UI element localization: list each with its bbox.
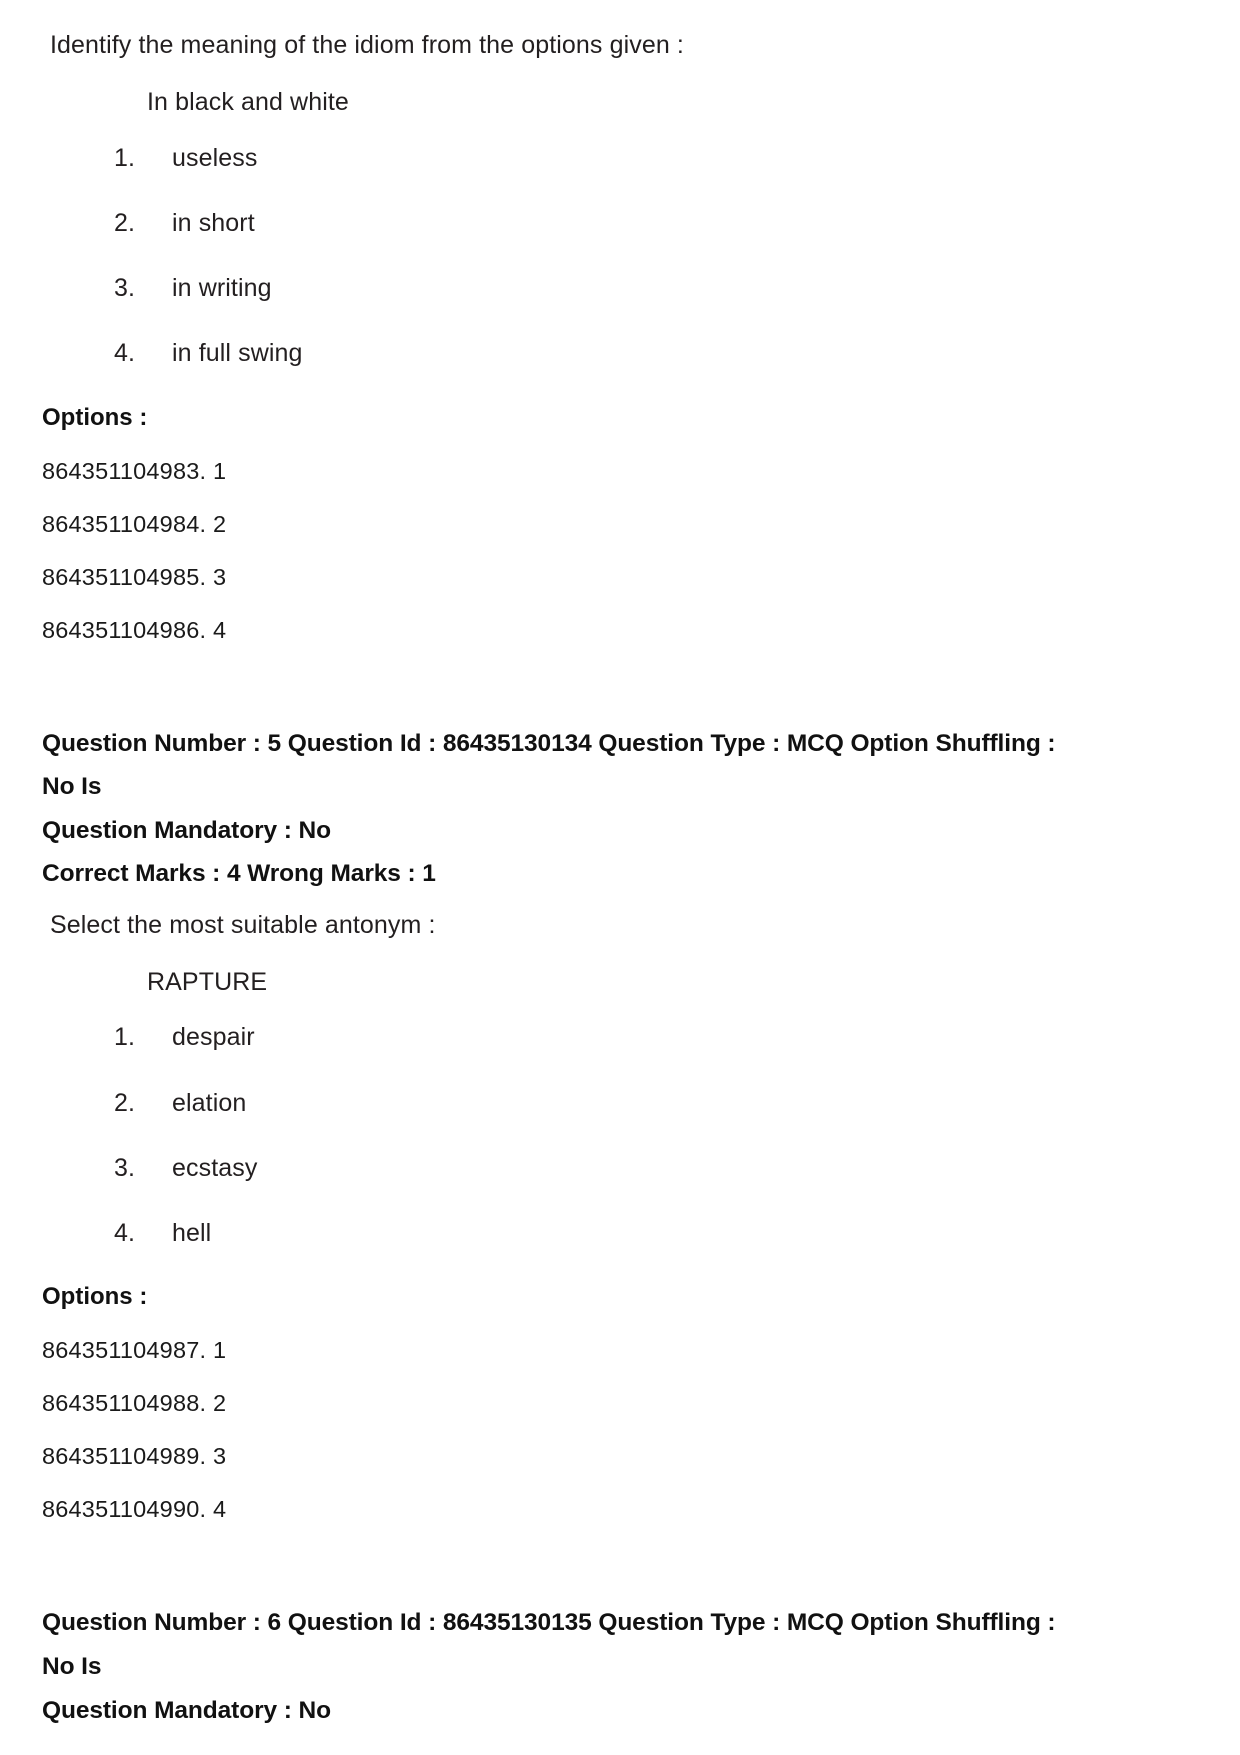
question-meta-line-2: Question Mandatory : No [42, 816, 331, 844]
question-meta-line-1: Question Number : 6 Question Id : 864351… [42, 1609, 1056, 1681]
choice-item[interactable]: 2. in short [42, 208, 1162, 239]
option-id: 864351104987. 1 [42, 1337, 227, 1364]
choice-label: ecstasy [172, 1153, 258, 1182]
choice-label: in short [172, 208, 255, 237]
option-id-list: 864351104987. 1 864351104988. 2 86435110… [42, 1337, 1162, 1523]
question-subject: RAPTURE [147, 968, 268, 997]
question-marks-line: Correct Marks : 4 Wrong Marks : 1 [42, 860, 436, 888]
choice-label: useless [172, 143, 258, 172]
choice-label: elation [172, 1088, 247, 1117]
choice-number: 3. [114, 1153, 136, 1182]
option-id: 864351104983. 1 [42, 457, 227, 484]
question-stem: Select the most suitable antonym : [50, 910, 436, 939]
question-metadata-header: Question Number : 6 Question Id : 864351… [42, 1601, 1162, 1732]
choice-item[interactable]: 3. ecstasy [42, 1153, 1162, 1184]
choice-label: in writing [172, 274, 272, 302]
choice-label: hell [172, 1219, 212, 1248]
choice-number: 2. [114, 208, 136, 237]
choice-number: 4. [114, 339, 136, 368]
choice-list: 1. despair 2. elation 3. ecstasy 4. hell [42, 1022, 1162, 1249]
option-id: 864351104988. 2 [42, 1390, 227, 1417]
choice-item[interactable]: 1. useless [42, 143, 1162, 174]
choice-number: 4. [114, 1219, 136, 1248]
choice-item[interactable]: 2. elation [42, 1088, 1162, 1119]
question-stem: Identify the meaning of the idiom from t… [50, 31, 684, 59]
options-label: Options : [42, 1283, 148, 1311]
choice-label: in full swing [172, 339, 303, 368]
choice-number: 1. [114, 1023, 136, 1052]
option-id: 864351104986. 4 [42, 616, 227, 643]
option-id: 864351104985. 3 [42, 563, 227, 590]
option-id-list: 864351104983. 1 864351104984. 2 86435110… [42, 458, 1162, 644]
question-metadata-header: Question Number : 5 Question Id : 864351… [42, 722, 1162, 896]
choice-number: 1. [114, 143, 136, 172]
document-page: Identify the meaning of the idiom from t… [0, 0, 1240, 1755]
choice-item[interactable]: 4. hell [42, 1218, 1162, 1249]
options-label: Options : [42, 403, 148, 431]
question-block-1: Identify the meaning of the idiom from t… [42, 30, 1162, 644]
question-block-3: Question Number : 6 Question Id : 864351… [42, 1601, 1162, 1732]
question-subject: In black and white [147, 88, 349, 117]
choice-list: 1. useless 2. in short 3. in writing 4. … [42, 143, 1162, 370]
choice-item[interactable]: 3. in writing [42, 273, 1162, 304]
question-meta-line-1: Question Number : 5 Question Id : 864351… [42, 729, 1056, 801]
question-meta-line-2: Question Mandatory : No [42, 1696, 331, 1724]
page-content: Identify the meaning of the idiom from t… [42, 30, 1162, 1732]
option-id: 864351104990. 4 [42, 1496, 227, 1523]
choice-label: despair [172, 1023, 255, 1052]
option-id: 864351104989. 3 [42, 1443, 227, 1470]
question-block-2: Question Number : 5 Question Id : 864351… [42, 722, 1162, 1524]
choice-item[interactable]: 4. in full swing [42, 338, 1162, 369]
choice-number: 3. [114, 274, 136, 302]
choice-number: 2. [114, 1088, 136, 1117]
option-id: 864351104984. 2 [42, 510, 227, 537]
choice-item[interactable]: 1. despair [42, 1022, 1162, 1053]
